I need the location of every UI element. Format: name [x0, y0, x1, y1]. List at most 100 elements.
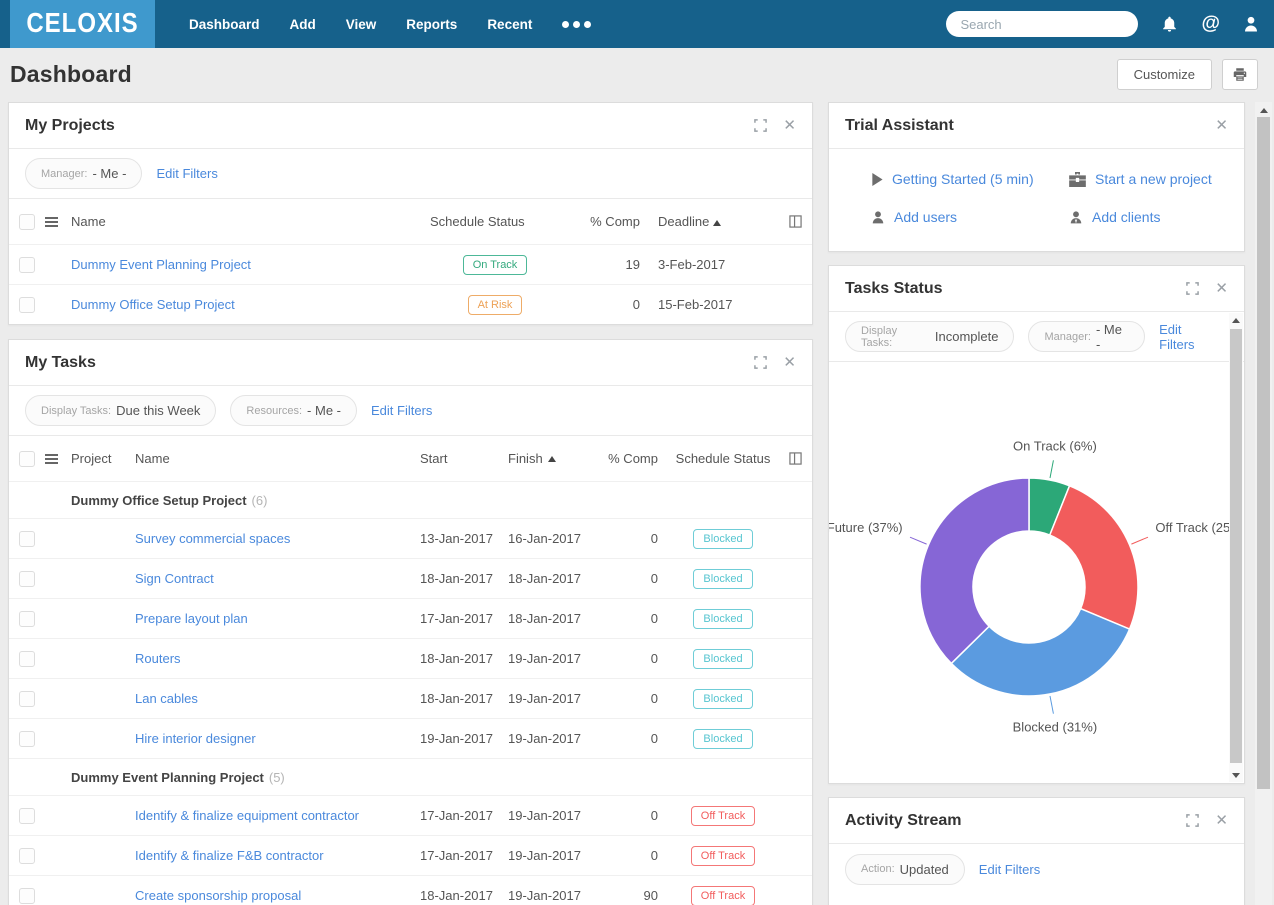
- customize-button[interactable]: Customize: [1116, 58, 1212, 90]
- filter-pill-resources[interactable]: Resources: - Me -: [230, 395, 357, 426]
- row-checkbox[interactable]: [19, 610, 35, 627]
- project-link[interactable]: Dummy Event Planning Project: [71, 257, 251, 272]
- my-projects-panel: My Projects ✕ Manager: - Me - Edit Filte…: [8, 102, 813, 325]
- task-link[interactable]: Create sponsorship proposal: [135, 888, 301, 903]
- edit-filters-link[interactable]: Edit Filters: [979, 862, 1040, 877]
- filter-pill-manager[interactable]: Manager: - Me -: [25, 158, 143, 189]
- task-link[interactable]: Lan cables: [135, 691, 198, 706]
- scroll-up-icon[interactable]: [1257, 103, 1271, 117]
- finish-value: 19-Jan-2017: [508, 848, 581, 863]
- link-label: Add users: [894, 209, 958, 225]
- print-button[interactable]: [1222, 58, 1258, 90]
- filter-pill-manager[interactable]: Manager: - Me -: [1028, 321, 1146, 352]
- row-checkbox[interactable]: [19, 530, 35, 547]
- row-checkbox[interactable]: [19, 570, 35, 587]
- start-new-project-link[interactable]: Start a new project: [1069, 171, 1228, 187]
- expand-icon[interactable]: [1186, 282, 1200, 295]
- nav-item-recent[interactable]: Recent: [487, 17, 532, 32]
- search-input[interactable]: [946, 11, 1139, 37]
- expand-icon[interactable]: [1186, 814, 1200, 827]
- filter-pill-display-tasks[interactable]: Display Tasks: Incomplete: [845, 321, 1015, 352]
- label-leader-line: [1131, 536, 1149, 545]
- task-link[interactable]: Survey commercial spaces: [135, 531, 290, 546]
- close-icon[interactable]: ✕: [1215, 118, 1228, 133]
- scrollbar-thumb[interactable]: [1230, 329, 1242, 763]
- task-link[interactable]: Routers: [135, 651, 181, 666]
- select-all-checkbox[interactable]: [19, 450, 35, 467]
- edit-filters-link[interactable]: Edit Filters: [156, 166, 217, 181]
- column-header-start[interactable]: Start: [420, 451, 508, 466]
- column-header-schedule-status[interactable]: Schedule Status: [668, 451, 778, 466]
- nav-item-reports[interactable]: Reports: [406, 17, 457, 32]
- scroll-down-icon[interactable]: [1229, 768, 1243, 782]
- close-icon[interactable]: ✕: [1215, 813, 1228, 828]
- column-header-name[interactable]: Name: [71, 214, 430, 229]
- panel-scrollbar[interactable]: [1229, 313, 1243, 782]
- nav-item-dashboard[interactable]: Dashboard: [189, 17, 260, 32]
- close-icon[interactable]: ✕: [1215, 281, 1228, 296]
- column-header-project[interactable]: Project: [71, 451, 127, 466]
- sort-asc-icon: [547, 455, 556, 462]
- task-link[interactable]: Identify & finalize F&B contractor: [135, 848, 324, 863]
- column-header-finish[interactable]: Finish: [508, 451, 603, 466]
- project-link[interactable]: Dummy Office Setup Project: [71, 297, 235, 312]
- getting-started-link[interactable]: Getting Started (5 min): [871, 171, 1069, 187]
- column-settings-icon[interactable]: [778, 215, 802, 228]
- edit-filters-link[interactable]: Edit Filters: [1159, 322, 1220, 352]
- status-badge: On Track: [462, 254, 528, 275]
- row-checkbox[interactable]: [19, 807, 35, 824]
- play-icon: [871, 172, 883, 186]
- task-link[interactable]: Sign Contract: [135, 571, 214, 586]
- row-checkbox[interactable]: [19, 256, 35, 273]
- filter-pill-action[interactable]: Action: Updated: [845, 853, 965, 885]
- nav-item-add[interactable]: Add: [290, 17, 316, 32]
- close-icon[interactable]: ✕: [783, 355, 796, 370]
- task-group-header: Dummy Office Setup Project (6): [9, 481, 812, 518]
- row-checkbox[interactable]: [19, 847, 35, 864]
- user-profile-icon[interactable]: [1242, 15, 1260, 33]
- filter-pill-display-tasks[interactable]: Display Tasks: Due this Week: [25, 395, 217, 426]
- expand-icon[interactable]: [754, 119, 768, 132]
- table-menu-icon[interactable]: [45, 453, 58, 464]
- column-settings-icon[interactable]: [778, 452, 802, 465]
- task-link[interactable]: Hire interior designer: [135, 731, 256, 746]
- deadline-value: 15-Feb-2017: [658, 297, 733, 312]
- column-header-name[interactable]: Name: [127, 451, 420, 466]
- edit-filters-link[interactable]: Edit Filters: [371, 403, 432, 418]
- task-link[interactable]: Prepare layout plan: [135, 611, 248, 626]
- row-checkbox[interactable]: [19, 887, 35, 904]
- finish-value: 18-Jan-2017: [508, 611, 581, 626]
- mentions-icon[interactable]: @: [1201, 13, 1220, 35]
- bell-icon[interactable]: [1160, 15, 1179, 34]
- row-checkbox[interactable]: [19, 690, 35, 707]
- filter-label: Manager:: [41, 167, 88, 180]
- status-badge: At Risk: [467, 294, 523, 315]
- more-menu-icon[interactable]: [562, 20, 592, 28]
- donut-slice-off-track[interactable]: [1048, 484, 1139, 631]
- column-header-schedule-status[interactable]: Schedule Status: [430, 214, 560, 229]
- scrollbar-thumb[interactable]: [1257, 117, 1270, 789]
- task-link[interactable]: Identify & finalize equipment contractor: [135, 808, 359, 823]
- filter-label: Display Tasks:: [861, 324, 898, 349]
- column-header-comp[interactable]: % Comp: [560, 214, 640, 229]
- column-header-comp[interactable]: % Comp: [603, 451, 658, 466]
- donut-slice-future[interactable]: [919, 477, 1030, 665]
- select-all-checkbox[interactable]: [19, 213, 35, 230]
- expand-icon[interactable]: [754, 356, 768, 369]
- row-checkbox[interactable]: [19, 650, 35, 667]
- add-clients-link[interactable]: Add clients: [1069, 209, 1228, 225]
- filter-label: Action:: [861, 863, 895, 875]
- column-header-deadline[interactable]: Deadline: [640, 214, 778, 229]
- table-menu-icon[interactable]: [45, 216, 58, 227]
- nav-item-view[interactable]: View: [346, 17, 377, 32]
- status-badge: Off Track: [690, 845, 756, 866]
- close-icon[interactable]: ✕: [783, 118, 796, 133]
- scroll-up-icon[interactable]: [1229, 313, 1243, 327]
- row-checkbox[interactable]: [19, 730, 35, 747]
- group-name: Dummy Office Setup Project: [71, 492, 247, 508]
- comp-value: 0: [650, 611, 658, 626]
- celoxis-logo[interactable]: CELOXIS: [10, 0, 155, 48]
- page-scrollbar[interactable]: [1255, 102, 1272, 905]
- add-users-link[interactable]: Add users: [871, 209, 1069, 225]
- row-checkbox[interactable]: [19, 296, 35, 313]
